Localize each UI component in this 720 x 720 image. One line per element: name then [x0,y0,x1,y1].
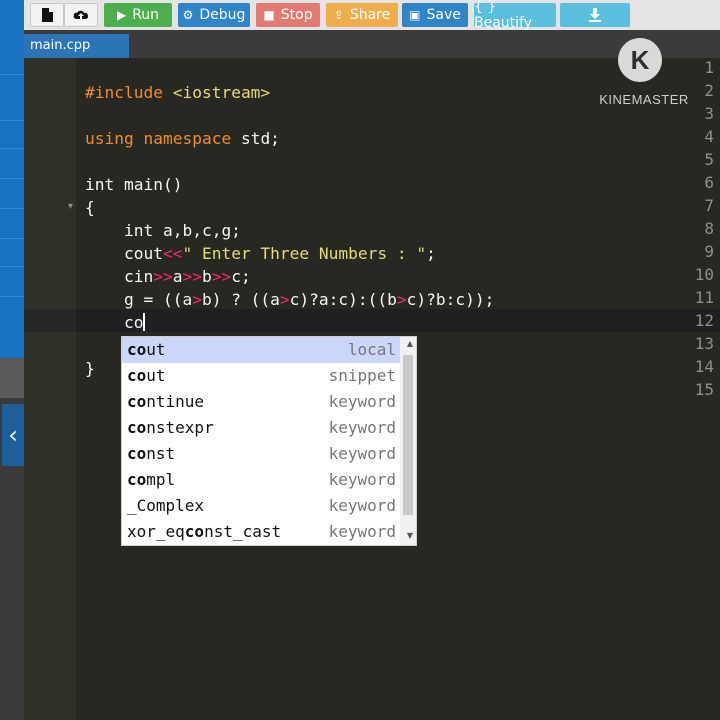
chevron-left-icon: ‹ [8,421,18,449]
divider [0,74,24,75]
autocomplete-match: co [127,470,147,489]
scroll-up-arrow-icon[interactable]: ▲ [407,339,413,348]
code-token: " Enter Three Numbers : " [182,244,427,263]
code-line-4: using namespace std; [85,129,280,148]
code-line-8: int a,b,c,g; [85,221,241,240]
fold-arrow-icon[interactable]: ▾ [68,201,73,212]
code-token: >> [182,267,202,286]
beautify-button[interactable]: { } Beautify [474,0,556,31]
autocomplete-match: co [127,444,147,463]
file-tab-main-cpp[interactable]: main.cpp [24,34,129,58]
left-panel-blue [0,0,24,358]
text-cursor [143,313,146,331]
new-file-button[interactable] [30,3,64,27]
autocomplete-scrollbar[interactable]: ▲ ▼ [400,337,416,545]
autocomplete-popup[interactable]: cout local cout snippet continue keyword… [121,336,417,546]
code-token: #include [85,83,163,102]
cloud-upload-icon [73,10,88,19]
autocomplete-match: co [127,340,147,359]
kinemaster-watermark: K KINEMASTER [594,38,694,112]
divider [0,148,24,149]
save-button[interactable]: ▣ Save [402,3,468,27]
line-number: 13 [694,334,714,353]
code-token: >> [211,267,232,286]
code-line-7: { [85,198,95,217]
share-icon: ⇪ [333,8,344,22]
code-token: >> [153,267,173,286]
line-number: 9 [704,242,714,261]
line-number: 10 [694,265,714,284]
line-number: 8 [704,219,714,238]
code-line-12: co [85,311,146,334]
code-line-14: } [85,359,95,378]
code-token: > [192,290,202,309]
line-number: 11 [694,288,714,307]
line-number: 5 [704,150,714,169]
line-number: 14 [694,357,714,376]
line-number: 4 [704,127,714,146]
stop-button[interactable]: ■ Stop [256,3,320,27]
autocomplete-item[interactable]: cout snippet [122,363,402,389]
autocomplete-item[interactable]: constexpr keyword [122,415,402,441]
autocomplete-item[interactable]: const keyword [122,441,402,467]
autocomplete-item[interactable]: cout local [122,337,402,363]
code-line-2: #include <iostream> [85,81,270,104]
code-token: <iostream> [172,83,271,102]
code-line-6: int main() [85,175,183,194]
line-number: 7 [704,196,714,215]
autocomplete-match: co [127,418,147,437]
line-number: 6 [704,173,714,192]
active-line-highlight [76,309,720,332]
scroll-down-arrow-icon[interactable]: ▼ [407,531,413,540]
code-line-10: cin>>a>>b>>c; [85,267,251,286]
save-icon: ▣ [409,8,421,22]
play-icon: ▶ [116,8,127,22]
left-panel-grey [0,358,24,398]
watermark-text: KINEMASTER [599,92,689,107]
autocomplete-item[interactable]: compl keyword [122,467,402,493]
autocomplete-match: co [127,392,147,411]
autocomplete-match: co [184,522,205,541]
download-icon [589,8,601,22]
code-line-11: g = ((a>b) ? ((a>c)?a:c):((b>c)?b:c)); [85,290,495,309]
debug-button[interactable]: ⚙ Debug [178,3,250,27]
autocomplete-item[interactable]: continue keyword [122,389,402,415]
code-token: namespace [143,129,232,148]
code-token: > [279,290,290,309]
gear-icon: ⚙ [182,8,194,22]
line-number-gutter [24,58,76,720]
active-line-gutter [24,309,76,332]
line-number: 12 [694,311,714,330]
share-button[interactable]: ⇪ Share [326,3,398,27]
divider [0,238,24,239]
collapse-sidebar-button[interactable]: ‹ [2,404,24,466]
code-token: << [162,244,183,263]
code-line-9: cout<<" Enter Three Numbers : "; [85,244,436,263]
autocomplete-item[interactable]: _Complex keyword [122,493,402,519]
divider [0,266,24,267]
toolbar: ▶ Run ⚙ Debug ■ Stop ⇪ Share ▣ Save { } Beaut… [24,0,720,31]
line-number: 15 [694,380,714,399]
autocomplete-match: co [127,366,147,385]
download-button[interactable] [560,3,630,27]
autocomplete-item[interactable]: xor_eqconst_cast keyword [122,519,402,545]
file-icon [42,8,53,22]
divider [0,296,24,297]
divider [0,208,24,209]
code-token: using [85,129,134,148]
scrollbar-thumb[interactable] [403,355,413,515]
run-button[interactable]: ▶ Run [104,3,172,27]
upload-button[interactable] [64,3,98,27]
stop-icon: ■ [263,8,275,22]
typed-text: co [123,313,144,332]
kinemaster-logo-icon: K [618,38,662,82]
divider [0,120,24,121]
divider [0,178,24,179]
code-token: > [396,290,407,309]
